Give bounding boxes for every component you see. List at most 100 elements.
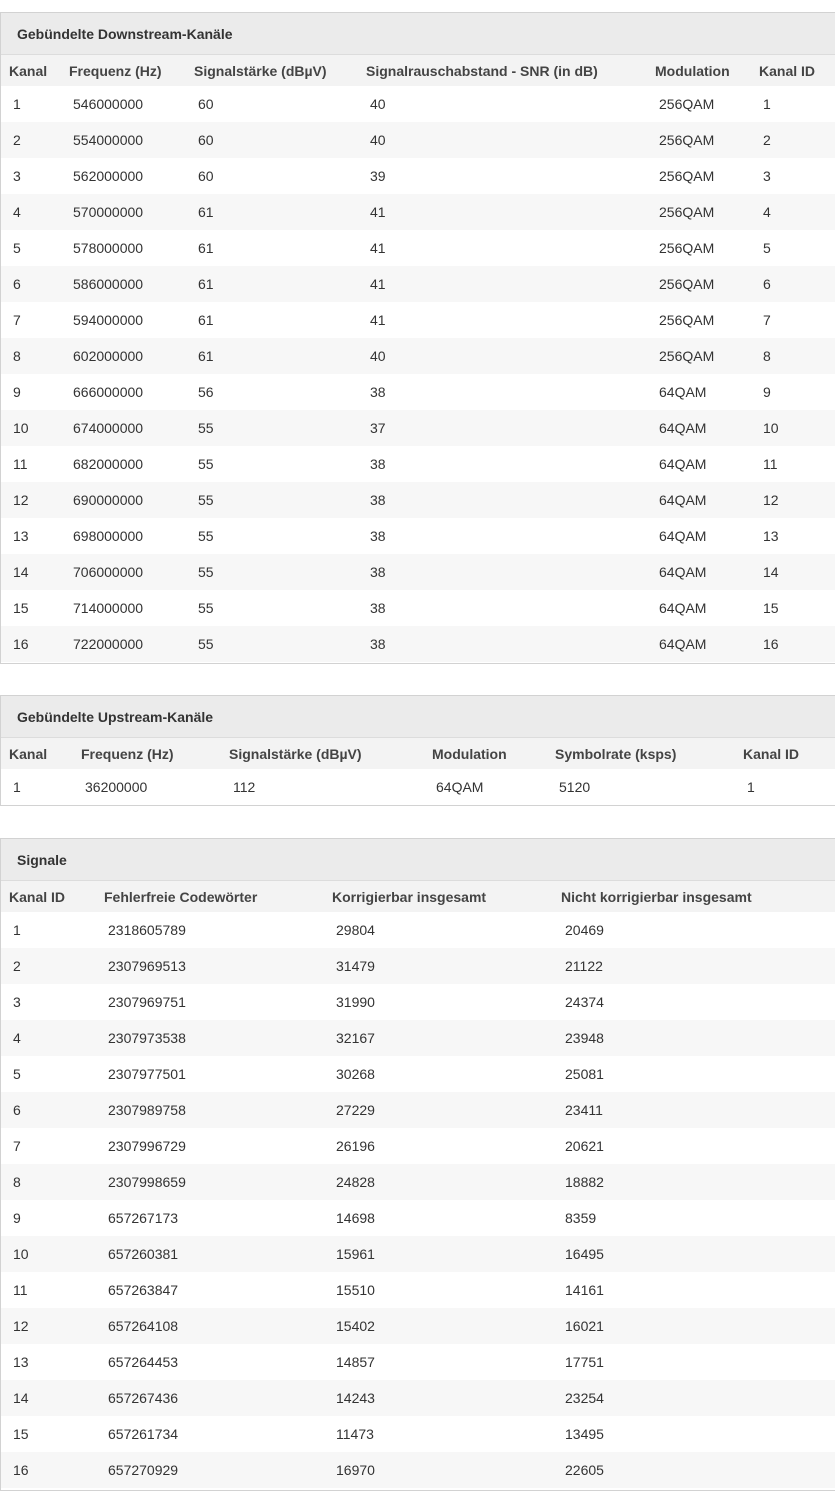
table-cell: 31990 xyxy=(336,994,375,1010)
table-cell: 5 xyxy=(763,240,771,256)
downstream-table-row: 14 706000000 55 38 64QAM 14 xyxy=(1,554,835,590)
signals-table-row: 8 2307998659 24828 18882 xyxy=(1,1164,835,1200)
table-cell: 4 xyxy=(1,1020,96,1056)
table-cell: 16021 xyxy=(553,1308,835,1344)
table-cell: 9 xyxy=(13,1210,21,1226)
table-cell: 657267436 xyxy=(96,1380,324,1416)
table-cell: 15 xyxy=(763,600,779,616)
table-cell: 12 xyxy=(1,1308,96,1344)
downstream-table-row: 12 690000000 55 38 64QAM 12 xyxy=(1,482,835,518)
table-cell: 256QAM xyxy=(659,240,715,256)
table-cell: 706000000 xyxy=(61,554,186,590)
signals-table-row: 1 2318605789 29804 20469 xyxy=(1,912,835,948)
table-cell: 5 xyxy=(13,240,21,256)
table-cell: 562000000 xyxy=(73,168,144,184)
table-cell: 10 xyxy=(1,1236,96,1272)
table-cell: 38 xyxy=(370,528,386,544)
table-header-row: Kanal ID Fehlerfreie Codewörter Korrigie… xyxy=(1,881,835,912)
downstream-table-body: 1 546000000 60 40 256QAM 1 2 554000000 60 40 256QA… xyxy=(1,86,835,662)
column-header-modulation: Modulation xyxy=(424,738,547,769)
table-cell: 24374 xyxy=(565,994,604,1010)
column-header-kanal-id: Kanal ID xyxy=(751,55,835,86)
table-header-row: Kanal Frequenz (Hz) Signalstärke (dBµV) … xyxy=(1,55,835,86)
downstream-table-row: 16 722000000 55 38 64QAM 16 xyxy=(1,626,835,662)
table-cell: 40 xyxy=(370,96,386,112)
table-cell: 41 xyxy=(358,266,647,302)
table-cell: 6 xyxy=(1,1092,96,1128)
table-cell: 61 xyxy=(186,266,358,302)
downstream-table-row: 3 562000000 60 39 256QAM 3 xyxy=(1,158,835,194)
signals-table-body: 1 2318605789 29804 20469 2 2307969513 31479 211… xyxy=(1,912,835,1488)
downstream-table-row: 1 546000000 60 40 256QAM 1 xyxy=(1,86,835,122)
table-cell: 29804 xyxy=(336,922,375,938)
signals-table-row: 12 657264108 15402 16021 xyxy=(1,1308,835,1344)
table-cell: 2307989758 xyxy=(96,1092,324,1128)
table-cell: 55 xyxy=(186,482,358,518)
table-cell: 15961 xyxy=(324,1236,553,1272)
table-cell: 10 xyxy=(751,410,835,446)
table-cell: 55 xyxy=(186,626,358,662)
table-cell: 64QAM xyxy=(659,456,707,472)
column-header-modulation: Modulation xyxy=(647,55,751,86)
upstream-table-row: 1 36200000 112 64QAM 5120 1 xyxy=(1,769,835,805)
table-cell: 25081 xyxy=(565,1066,604,1082)
table-cell: 61 xyxy=(198,240,214,256)
column-header-fehlerfreie-codewoerter: Fehlerfreie Codewörter xyxy=(96,881,324,912)
downstream-panel-title: Gebündelte Downstream-Kanäle xyxy=(1,13,835,55)
table-cell: 2318605789 xyxy=(108,922,186,938)
signals-table-row: 9 657267173 14698 8359 xyxy=(1,1200,835,1236)
downstream-table-row: 7 594000000 61 41 256QAM 7 xyxy=(1,302,835,338)
table-cell: 8 xyxy=(1,1164,96,1200)
table-cell: 2307998659 xyxy=(96,1164,324,1200)
table-cell: 256QAM xyxy=(647,122,751,158)
table-cell: 64QAM xyxy=(647,482,751,518)
table-cell: 554000000 xyxy=(61,122,186,158)
table-cell: 16495 xyxy=(553,1236,835,1272)
table-cell: 41 xyxy=(370,312,386,328)
column-header-symbolrate: Symbolrate (ksps) xyxy=(547,738,735,769)
table-cell: 12 xyxy=(751,482,835,518)
signals-table-row: 14 657267436 14243 23254 xyxy=(1,1380,835,1416)
downstream-table-row: 8 602000000 61 40 256QAM 8 xyxy=(1,338,835,374)
table-cell: 657264453 xyxy=(108,1354,179,1370)
table-cell: 657270929 xyxy=(96,1452,324,1488)
table-cell: 8359 xyxy=(565,1210,597,1226)
downstream-table-row: 9 666000000 56 38 64QAM 9 xyxy=(1,374,835,410)
table-cell: 256QAM xyxy=(647,194,751,230)
table-cell: 16 xyxy=(751,626,835,662)
signals-panel: Signale Kanal ID Fehlerfreie Codewörter … xyxy=(0,838,835,1491)
column-header-frequenz: Frequenz (Hz) xyxy=(61,55,186,86)
column-header-kanal-id: Kanal ID xyxy=(735,738,835,769)
table-cell: 64QAM xyxy=(659,384,707,400)
table-cell: 7 xyxy=(13,1138,21,1154)
column-header-kanal: Kanal xyxy=(1,738,73,769)
signals-table-row: 3 2307969751 31990 24374 xyxy=(1,984,835,1020)
table-cell: 11 xyxy=(13,456,28,472)
table-cell: 112 xyxy=(233,779,256,795)
table-cell: 16970 xyxy=(324,1452,553,1488)
column-header-signalstaerke: Signalstärke (dBµV) xyxy=(221,738,424,769)
table-cell: 18882 xyxy=(553,1164,835,1200)
table-cell: 60 xyxy=(198,168,214,184)
table-cell: 41 xyxy=(358,194,647,230)
table-cell: 2 xyxy=(1,122,61,158)
table-cell: 64QAM xyxy=(647,626,751,662)
table-cell: 16 xyxy=(1,626,61,662)
downstream-table-row: 15 714000000 55 38 64QAM 15 xyxy=(1,590,835,626)
table-cell: 657264108 xyxy=(96,1308,324,1344)
table-cell: 64QAM xyxy=(647,554,751,590)
table-cell: 23948 xyxy=(553,1020,835,1056)
table-cell: 674000000 xyxy=(61,410,186,446)
downstream-table: Kanal Frequenz (Hz) Signalstärke (dBµV) … xyxy=(1,55,835,662)
downstream-table-row: 4 570000000 61 41 256QAM 4 xyxy=(1,194,835,230)
table-cell: 13 xyxy=(13,1354,29,1370)
column-header-korrigierbar: Korrigierbar insgesamt xyxy=(324,881,553,912)
table-cell: 3 xyxy=(763,168,771,184)
table-cell: 4 xyxy=(751,194,835,230)
upstream-table-body: 1 36200000 112 64QAM 5120 1 xyxy=(1,769,835,805)
table-cell: 4 xyxy=(1,194,61,230)
table-cell: 256QAM xyxy=(647,266,751,302)
signals-table-row: 2 2307969513 31479 21122 xyxy=(1,948,835,984)
table-cell: 36200000 xyxy=(85,779,148,795)
table-cell: 21122 xyxy=(553,948,835,984)
